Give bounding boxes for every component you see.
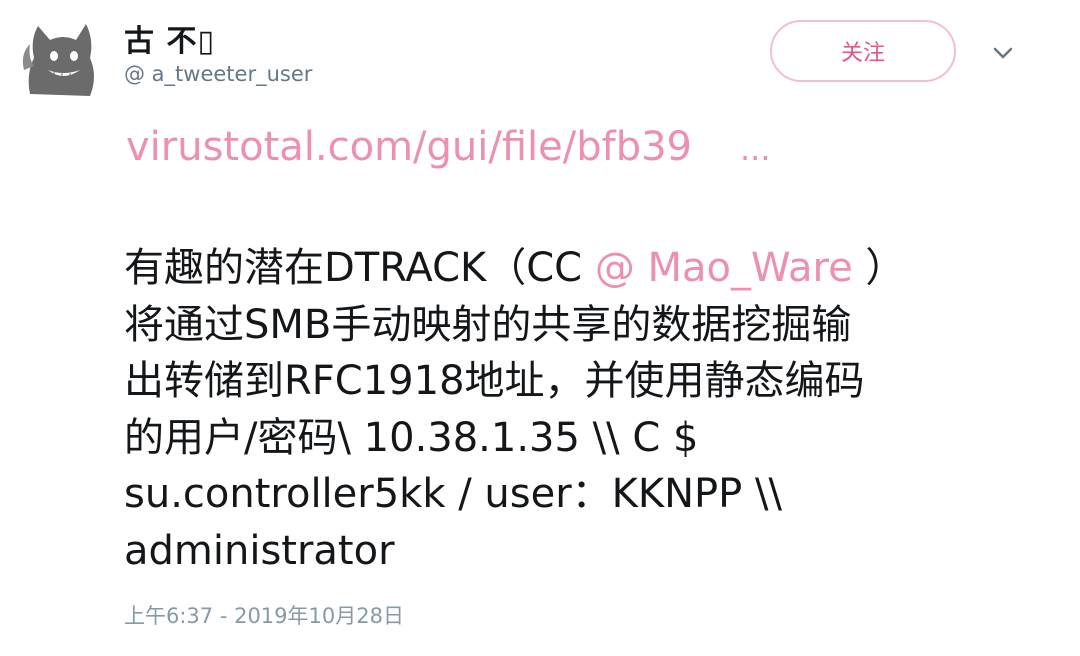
tweet-line: 有趣的潜在DTRACK（CC @ Mao_Ware ） xyxy=(124,240,1024,297)
cat-avatar-icon[interactable] xyxy=(20,14,106,100)
tweet-link-ellipsis: ... xyxy=(740,130,771,168)
tweet-line-text: ） xyxy=(852,245,906,291)
follow-button[interactable]: 关注 xyxy=(770,20,956,82)
mention-link[interactable]: @ Mao_Ware xyxy=(595,245,853,291)
tweet-link[interactable]: virustotal.com/gui/file/bfb39... xyxy=(126,124,771,170)
tweet-link-url[interactable]: virustotal.com/gui/file/bfb39 xyxy=(126,124,692,170)
tweet-card: 古 不▯ @ a_tweeter_user 关注 virustotal.com/… xyxy=(0,0,1080,656)
chevron-down-icon[interactable] xyxy=(988,38,1018,68)
tweet-line-text: 有趣的潜在DTRACK（CC xyxy=(124,245,595,291)
tweet-line: administrator xyxy=(124,527,395,574)
tweet-line: su.controller5kk / user：KKNPP \\ xyxy=(124,471,782,517)
tweet-timestamp[interactable]: 上午6:37 - 2019年10月28日 xyxy=(124,600,404,630)
user-handle[interactable]: @ a_tweeter_user xyxy=(124,62,312,86)
tweet-line: 出转储到RFC1918地址，并使用静态编码 xyxy=(124,358,865,404)
tweet-line: 将通过SMB手动映射的共享的数据挖掘输 xyxy=(124,301,852,348)
user-display-name[interactable]: 古 不▯ xyxy=(124,16,215,60)
tweet-line: 的用户/密码\ 10.38.1.35 \\ C $ xyxy=(124,414,699,461)
tweet-body: 有趣的潜在DTRACK（CC @ Mao_Ware ） 将通过SMB手动映射的共… xyxy=(124,240,1024,579)
